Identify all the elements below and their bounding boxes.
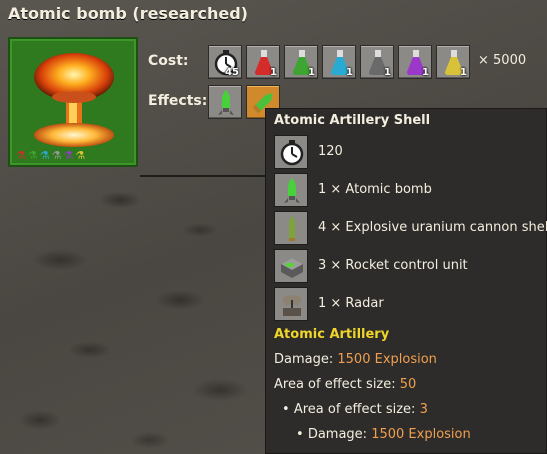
mushroom-cloud-icon bbox=[34, 53, 114, 147]
cost-pack-slot[interactable]: 1 bbox=[284, 45, 318, 79]
cost-multiplier: × 5000 bbox=[478, 53, 527, 68]
cost-pack-slot[interactable]: 1 bbox=[246, 45, 280, 79]
tooltip-ingredient-row: 4 × Explosive uranium cannon shell bbox=[274, 211, 547, 247]
effect-atomic-bomb-slot[interactable] bbox=[208, 85, 242, 119]
atomic-bomb-technology-icon[interactable]: ⚗ ⚗ ⚗ ⚗ ⚗ ⚗ bbox=[8, 37, 138, 167]
pack-count: 1 bbox=[460, 67, 467, 78]
recipe-tooltip: Atomic Artillery Shell 120 1 × Atomic bo… bbox=[265, 108, 547, 454]
cost-pack-slot[interactable]: 1 bbox=[436, 45, 470, 79]
ingredient-text: 3 × Rocket control unit bbox=[318, 258, 468, 273]
rocket-control-unit-icon bbox=[281, 258, 303, 278]
cost-pack-slot[interactable]: 1 bbox=[398, 45, 432, 79]
aoe-value: 50 bbox=[399, 377, 417, 392]
cost-time-slot[interactable]: 45 bbox=[208, 45, 242, 79]
sub-aoe-value: 3 bbox=[419, 402, 428, 417]
blue-flask-icon: ⚗ bbox=[39, 149, 50, 162]
tooltip-aoe-line: Area of effect size: 50 bbox=[274, 377, 416, 392]
gray-flask-icon: ⚗ bbox=[51, 149, 62, 162]
effects-label: Effects: bbox=[148, 93, 208, 109]
damage-label: Damage: bbox=[274, 352, 334, 367]
atomic-bomb-icon bbox=[218, 90, 234, 115]
tooltip-time-slot bbox=[274, 135, 308, 169]
pack-count: 1 bbox=[422, 67, 429, 78]
pack-count: 1 bbox=[346, 67, 353, 78]
ingredient-slot bbox=[274, 287, 308, 321]
damage-value: 1500 Explosion bbox=[337, 352, 437, 367]
tooltip-sub-aoe-line: • Area of effect size: 3 bbox=[282, 402, 428, 417]
ingredient-text: 1 × Radar bbox=[318, 296, 384, 311]
bullet: • bbox=[282, 402, 290, 417]
purple-flask-icon: ⚗ bbox=[63, 149, 74, 162]
radar-icon bbox=[282, 295, 302, 316]
red-flask-icon: ⚗ bbox=[16, 149, 26, 162]
technology-title: Atomic bomb (researched) bbox=[8, 4, 248, 23]
ingredient-text: 1 × Atomic bomb bbox=[318, 182, 432, 197]
tooltip-time-row: 120 bbox=[274, 135, 546, 171]
tooltip-section-title: Atomic Artillery bbox=[274, 327, 390, 342]
ingredient-slot bbox=[274, 173, 308, 207]
technology-pack-indicators: ⚗ ⚗ ⚗ ⚗ ⚗ ⚗ bbox=[16, 150, 85, 161]
tooltip-damage-line: Damage: 1500 Explosion bbox=[274, 352, 437, 367]
ingredient-slot bbox=[274, 211, 308, 245]
ingredient-text: 4 × Explosive uranium cannon shell bbox=[318, 220, 547, 235]
cost-label: Cost: bbox=[148, 53, 189, 69]
tooltip-ingredient-row: 1 × Radar bbox=[274, 287, 546, 323]
bullet: • bbox=[296, 427, 304, 442]
explosive-uranium-cannon-shell-icon bbox=[289, 216, 295, 241]
pack-count: 1 bbox=[384, 67, 391, 78]
cost-time-value: 45 bbox=[225, 67, 239, 78]
pack-count: 1 bbox=[308, 67, 315, 78]
yellow-flask-icon: ⚗ bbox=[75, 149, 86, 162]
pack-count: 1 bbox=[270, 67, 277, 78]
tooltip-time-value: 120 bbox=[318, 144, 343, 159]
aoe-label: Area of effect size: bbox=[274, 377, 396, 392]
atomic-bomb-icon bbox=[284, 178, 300, 203]
sub-damage-label: Damage: bbox=[307, 427, 368, 442]
cost-pack-slot[interactable]: 1 bbox=[360, 45, 394, 79]
tooltip-sub-damage-line: • Damage: 1500 Explosion bbox=[296, 427, 471, 442]
cost-pack-slot[interactable]: 1 bbox=[322, 45, 356, 79]
tooltip-title: Atomic Artillery Shell bbox=[274, 113, 431, 128]
ingredient-slot bbox=[274, 249, 308, 283]
tooltip-ingredient-row: 3 × Rocket control unit bbox=[274, 249, 546, 285]
sub-damage-value: 1500 Explosion bbox=[371, 427, 471, 442]
sub-aoe-label: Area of effect size: bbox=[293, 402, 416, 417]
tooltip-ingredient-row: 1 × Atomic bomb bbox=[274, 173, 546, 209]
green-flask-icon: ⚗ bbox=[27, 149, 38, 162]
stopwatch-icon bbox=[280, 140, 304, 166]
